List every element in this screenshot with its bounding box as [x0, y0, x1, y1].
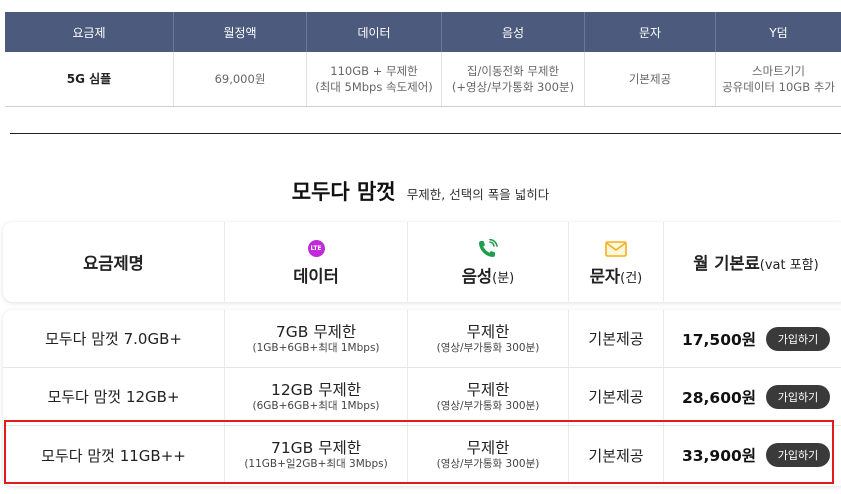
plan-data-cell: 7GB 무제한 (1GB+6GB+최대 1Mbps)	[225, 310, 408, 367]
join-button[interactable]: 가입하기	[766, 443, 831, 467]
header-plan-name-label: 요금제명	[83, 254, 144, 273]
plan-voice-sub: (영상/부가통화 300분)	[436, 341, 540, 354]
plan-data-sub: (6GB+6GB+최대 1Mbps)	[252, 399, 380, 412]
section-divider	[10, 133, 841, 134]
lte-icon: LTE	[307, 238, 325, 260]
plan-sms: 기본제공	[588, 388, 644, 406]
plan-table-header: 요금제명 LTE 데이터 음성(분) 문자(건) 월 기본료(vat 포함)	[3, 222, 841, 302]
summary-data: 110GB + 무제한 (최대 5Mbps 속도제어)	[307, 52, 442, 106]
plan-voice-main: 무제한	[466, 439, 510, 457]
header-data-label: 데이터	[293, 266, 339, 286]
plan-summary-table: 요금제 월정액 데이터 음성 문자 Y덤 5G 심플 69,000원 110GB…	[5, 12, 841, 107]
plan-fee-cell: 28,600원 가입하기	[664, 368, 841, 425]
summary-plan-name: 5G 심플	[5, 52, 174, 106]
header-data: 데이터	[307, 12, 442, 52]
envelope-icon	[605, 238, 627, 260]
header-sms: 문자	[585, 12, 716, 52]
lte-icon-badge: LTE	[307, 240, 325, 257]
summary-ydum-line2: 공유데이터 10GB 추가	[722, 80, 835, 94]
table-row: 모두다 맘껏 11GB++ 71GB 무제한 (11GB+일2GB+최대 3Mb…	[3, 426, 841, 484]
section-title-sub: 무제한, 선택의 폭을 넓히다	[406, 187, 550, 202]
plan-voice-sub: (영상/부가통화 300분)	[436, 399, 540, 412]
plan-data-sub: (1GB+6GB+최대 1Mbps)	[252, 341, 380, 354]
plan-fee-cell: 17,500원 가입하기	[664, 310, 841, 367]
summary-header-row: 요금제 월정액 데이터 음성 문자 Y덤	[5, 12, 841, 52]
summary-voice-line2: (+영상/부가통화 300분)	[451, 80, 575, 94]
plan-fee-cell: 33,900원 가입하기	[664, 426, 841, 484]
header-sms-text: 문자	[589, 266, 621, 286]
summary-ydum-line1: 스마트기기	[752, 64, 805, 78]
plan-sms-cell: 기본제공	[569, 368, 664, 425]
table-row: 모두다 맘껏 7.0GB+ 7GB 무제한 (1GB+6GB+최대 1Mbps)…	[3, 310, 841, 368]
plan-data-main: 7GB 무제한	[275, 322, 357, 341]
plan-data-cell: 12GB 무제한 (6GB+6GB+최대 1Mbps)	[225, 368, 408, 425]
plan-name-cell: 모두다 맘껏 11GB++	[3, 426, 225, 484]
plan-name: 모두다 맘껏 11GB++	[41, 446, 186, 465]
header-voice-text: 음성	[461, 266, 493, 286]
plan-voice-cell: 무제한 (영상/부가통화 300분)	[408, 426, 569, 484]
header-fee-label: 월 기본료(vat 포함)	[693, 250, 818, 274]
header-ydum: Y덤	[769, 25, 788, 40]
header-voice-label: 음성(분)	[462, 263, 514, 287]
plan-voice-cell: 무제한 (영상/부가통화 300분)	[408, 310, 569, 367]
plan-name-cell: 모두다 맘껏 7.0GB+	[3, 310, 225, 367]
plan-name: 모두다 맘껏 12GB+	[47, 388, 180, 406]
header-fee-col: 월 기본료(vat 포함)	[664, 222, 841, 302]
join-button[interactable]: 가입하기	[766, 384, 831, 409]
plan-sms: 기본제공	[588, 446, 644, 465]
plan-voice-cell: 무제한 (영상/부가통화 300분)	[408, 368, 569, 425]
plan-data-main: 71GB 무제한	[270, 439, 362, 457]
plan-sms-cell: 기본제공	[569, 310, 664, 367]
summary-voice: 집/이동전화 무제한 (+영상/부가통화 300분)	[442, 52, 585, 106]
header-sms-unit: (건)	[620, 270, 643, 286]
summary-voice-line1: 집/이동전화 무제한	[466, 64, 560, 78]
header-fee-unit: (vat 포함)	[759, 258, 819, 273]
plan-name: 모두다 맘껏 7.0GB+	[45, 330, 182, 348]
header-voice-unit: (분)	[492, 270, 515, 286]
header-sms-label: 문자(건)	[590, 263, 642, 287]
plan-data-main: 12GB 무제한	[270, 380, 362, 399]
header-plan-name: 요금제명	[3, 222, 225, 302]
header-voice: 음성	[442, 12, 585, 52]
plan-voice-main: 무제한	[466, 380, 510, 399]
header-monthly-fee: 월정액	[174, 12, 307, 52]
join-button[interactable]: 가입하기	[766, 326, 831, 351]
summary-ydum: 스마트기기 공유데이터 10GB 추가	[716, 52, 841, 106]
plan-voice-sub: (영상/부가통화 300분)	[436, 458, 540, 470]
header-sms-col: 문자(건)	[569, 222, 664, 302]
summary-sms: 기본제공	[585, 52, 716, 106]
plan-data-sub: (11GB+일2GB+최대 3Mbps)	[244, 458, 388, 470]
plan-table-body: 모두다 맘껏 7.0GB+ 7GB 무제한 (1GB+6GB+최대 1Mbps)…	[3, 310, 841, 486]
summary-price: 69,000원	[174, 52, 307, 106]
plan-sms-cell: 기본제공	[569, 426, 664, 484]
summary-row: 5G 심플 69,000원 110GB + 무제한 (최대 5Mbps 속도제어…	[5, 52, 841, 107]
plan-data-cell: 71GB 무제한 (11GB+일2GB+최대 3Mbps)	[225, 426, 408, 484]
table-row: 모두다 맘껏 12GB+ 12GB 무제한 (6GB+6GB+최대 1Mbps)…	[3, 368, 841, 426]
plan-voice-main: 무제한	[466, 322, 510, 341]
summary-data-line2: (최대 5Mbps 속도제어)	[315, 80, 433, 94]
plan-name-cell: 모두다 맘껏 12GB+	[3, 368, 225, 425]
plan-price: 33,900원	[681, 447, 757, 465]
header-data-col: LTE 데이터	[225, 222, 408, 302]
plan-sms: 기본제공	[588, 330, 644, 348]
header-fee-text: 월 기본료	[693, 254, 760, 273]
phone-icon	[477, 238, 499, 260]
plan-price: 17,500원	[681, 330, 757, 349]
envelope-icon-svg	[605, 240, 627, 257]
header-plan: 요금제	[5, 12, 174, 52]
summary-data-line1: 110GB + 무제한	[330, 64, 418, 78]
phone-icon-svg	[479, 238, 498, 257]
header-voice-col: 음성(분)	[408, 222, 569, 302]
plan-price: 28,600원	[681, 388, 757, 407]
section-title-main: 모두다 맘껏	[291, 180, 396, 204]
section-title: 모두다 맘껏 무제한, 선택의 폭을 넓히다	[0, 176, 841, 206]
